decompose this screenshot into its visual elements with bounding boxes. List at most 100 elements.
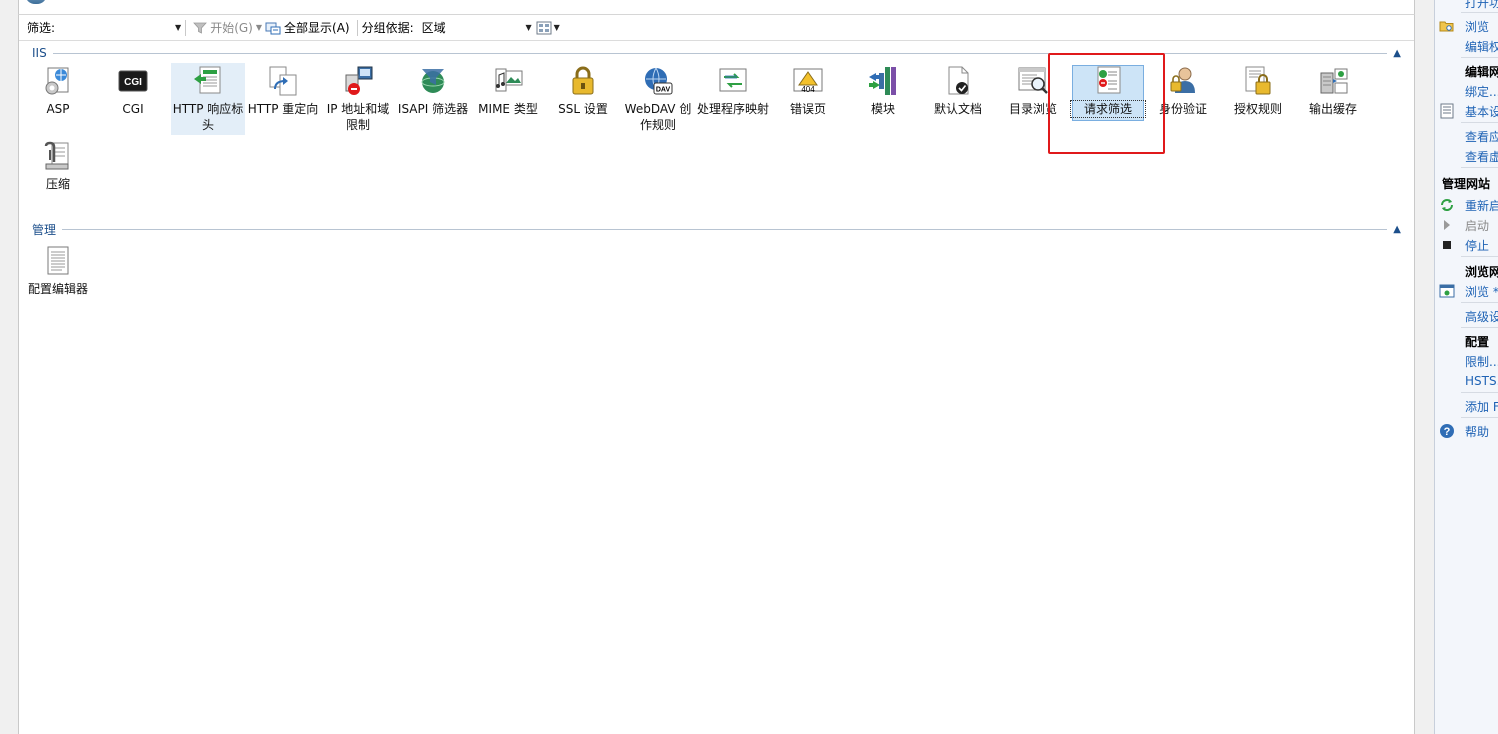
funnel-icon (193, 22, 208, 34)
chevron-down-icon: ▼ (525, 23, 532, 32)
action-edit-permissions[interactable]: 编辑权 (1435, 37, 1498, 55)
action-view-applications[interactable]: 查看应 (1435, 127, 1498, 145)
feature-configuration-editor[interactable]: 配置编辑器 (21, 245, 95, 297)
feature-label: 输出缓存 (1308, 102, 1357, 116)
feature-label: HTTP 重定向 (247, 102, 319, 116)
action-stop[interactable]: 停止 (1435, 236, 1498, 254)
start-filter-button[interactable]: 开始(G) (190, 18, 256, 38)
http-redirect-icon (267, 65, 299, 97)
filter-label: 筛选: (27, 21, 56, 35)
edit-site-header: 编辑网 (1465, 64, 1498, 79)
feature-asp[interactable]: ASP (21, 65, 95, 117)
feature-mime-types[interactable]: MIME 类型 (471, 65, 545, 117)
group-by-select[interactable]: 区域 ▼ (422, 19, 532, 36)
feature-ip-domain-restrictions[interactable]: IP 地址和域限制 (321, 65, 395, 133)
feature-cgi[interactable]: CGI CGI (96, 65, 170, 117)
show-all-button[interactable]: 全部显示(A) (262, 18, 353, 38)
manage-section-title: 管理 (32, 222, 57, 237)
feature-label: 默认文档 (933, 102, 982, 116)
authorization-rules-icon (1242, 65, 1274, 97)
settings-page-icon (1439, 103, 1455, 119)
error-pages-icon: 404 (792, 65, 824, 97)
feature-webdav[interactable]: DAV WebDAV 创作规则 (621, 65, 695, 133)
filter-dropdown-icon[interactable]: ▼ (175, 23, 181, 32)
action-browse[interactable]: 浏览 (1435, 17, 1498, 35)
action-view-virtual-dirs[interactable]: 查看虚 (1435, 147, 1498, 165)
feature-label: MIME 类型 (478, 102, 538, 116)
stop-icon (1439, 237, 1455, 253)
feature-error-pages[interactable]: 404 错误页 (771, 65, 845, 117)
action-open-feature[interactable]: 打开功 (1435, 0, 1498, 11)
actions-separator (1461, 392, 1498, 393)
feature-ssl-settings[interactable]: SSL 设置 (546, 65, 620, 117)
feature-label: ASP (46, 102, 70, 116)
config-header: 配置 (1465, 334, 1490, 349)
cgi-icon: CGI (117, 65, 149, 97)
feature-http-response-headers[interactable]: HTTP 响应标头 (171, 63, 245, 135)
view-grid-icon (536, 21, 552, 34)
feature-output-caching[interactable]: 输出缓存 (1296, 65, 1370, 117)
feature-authorization-rules[interactable]: 授权规则 (1221, 65, 1295, 117)
feature-http-redirect[interactable]: HTTP 重定向 (246, 65, 320, 117)
manage-section-header[interactable]: 管理 ▲ (32, 222, 1401, 237)
action-hsts[interactable]: HSTS... (1435, 372, 1498, 390)
show-all-icon (265, 22, 281, 34)
default-document-icon (942, 65, 974, 97)
authentication-icon (1167, 65, 1199, 97)
mime-types-icon (492, 65, 524, 97)
feature-label: HTTP 响应标头 (172, 102, 244, 132)
filter-input[interactable] (57, 19, 175, 37)
feature-modules[interactable]: 模块 (846, 65, 920, 117)
feature-label: WebDAV 创作规则 (624, 102, 692, 132)
feature-isapi-filters[interactable]: ISAPI 筛选器 (396, 65, 470, 117)
features-view: 筛选: ▼ 开始(G) ▼ 全部显示(A) 分组依据: 区域 ▼ ▼ IIS ▲… (18, 14, 1415, 734)
group-by-value: 区域 (421, 21, 446, 35)
compression-icon (42, 140, 74, 172)
actions-separator (1461, 167, 1498, 168)
browser-window-icon (1439, 283, 1455, 299)
configuration-editor-icon (42, 245, 74, 277)
folder-browse-icon (1439, 18, 1455, 34)
filter-toolbar: 筛选: ▼ 开始(G) ▼ 全部显示(A) 分组依据: 区域 ▼ ▼ (19, 15, 1414, 41)
collapse-icon[interactable]: ▲ (1393, 224, 1401, 235)
collapse-icon[interactable]: ▲ (1393, 48, 1401, 59)
actions-pane: 打开功 浏览 编辑权 编辑网 绑定... 基本设 查看应 查看虚 管理网站 重新… (1434, 0, 1498, 734)
window-top-strip (18, 0, 1415, 14)
svg-text:404: 404 (801, 85, 815, 94)
view-mode-button[interactable]: ▼ (536, 21, 560, 35)
show-all-label: 全部显示(A) (284, 21, 350, 35)
feature-handler-mappings[interactable]: 处理程序映射 (696, 65, 770, 117)
feature-default-document[interactable]: 默认文档 (921, 65, 995, 117)
action-start[interactable]: 启动 (1435, 216, 1498, 234)
svg-text:DAV: DAV (656, 87, 671, 94)
toolbar-separator (356, 19, 358, 36)
feature-label: 压缩 (45, 177, 70, 191)
highlight-box (1048, 53, 1165, 154)
pane-splitter[interactable] (1415, 0, 1434, 734)
feature-label: 处理程序映射 (696, 102, 769, 116)
action-advanced-settings[interactable]: 高级设 (1435, 307, 1498, 325)
action-bindings[interactable]: 绑定... (1435, 82, 1498, 100)
help-icon: ? (1439, 423, 1455, 439)
manage-site-header: 管理网站 (1442, 176, 1491, 191)
modules-icon (867, 65, 899, 97)
feature-label: IP 地址和域限制 (326, 102, 390, 132)
feature-label: 模块 (870, 102, 895, 116)
ssl-settings-icon (567, 65, 599, 97)
action-restart[interactable]: 重新启 (1435, 196, 1498, 214)
action-browse-star[interactable]: 浏览 * (1435, 282, 1498, 300)
iis-section-header[interactable]: IIS ▲ (32, 46, 1401, 60)
http-response-headers-icon (192, 65, 224, 97)
action-help[interactable]: ? 帮助 (1435, 422, 1498, 440)
action-basic-settings[interactable]: 基本设 (1435, 102, 1498, 120)
webdav-icon: DAV (642, 65, 674, 97)
feature-compression[interactable]: 压缩 (21, 140, 95, 192)
directory-browsing-icon (1017, 65, 1049, 97)
section-divider (52, 52, 1388, 54)
feature-label: ISAPI 筛选器 (397, 102, 469, 116)
action-limits[interactable]: 限制... (1435, 352, 1498, 370)
iis-section-title: IIS (32, 46, 47, 60)
start-filter-label: 开始(G) (210, 21, 253, 35)
action-add-ftp[interactable]: 添加 F (1435, 397, 1498, 415)
view-dropdown-icon: ▼ (553, 23, 560, 32)
